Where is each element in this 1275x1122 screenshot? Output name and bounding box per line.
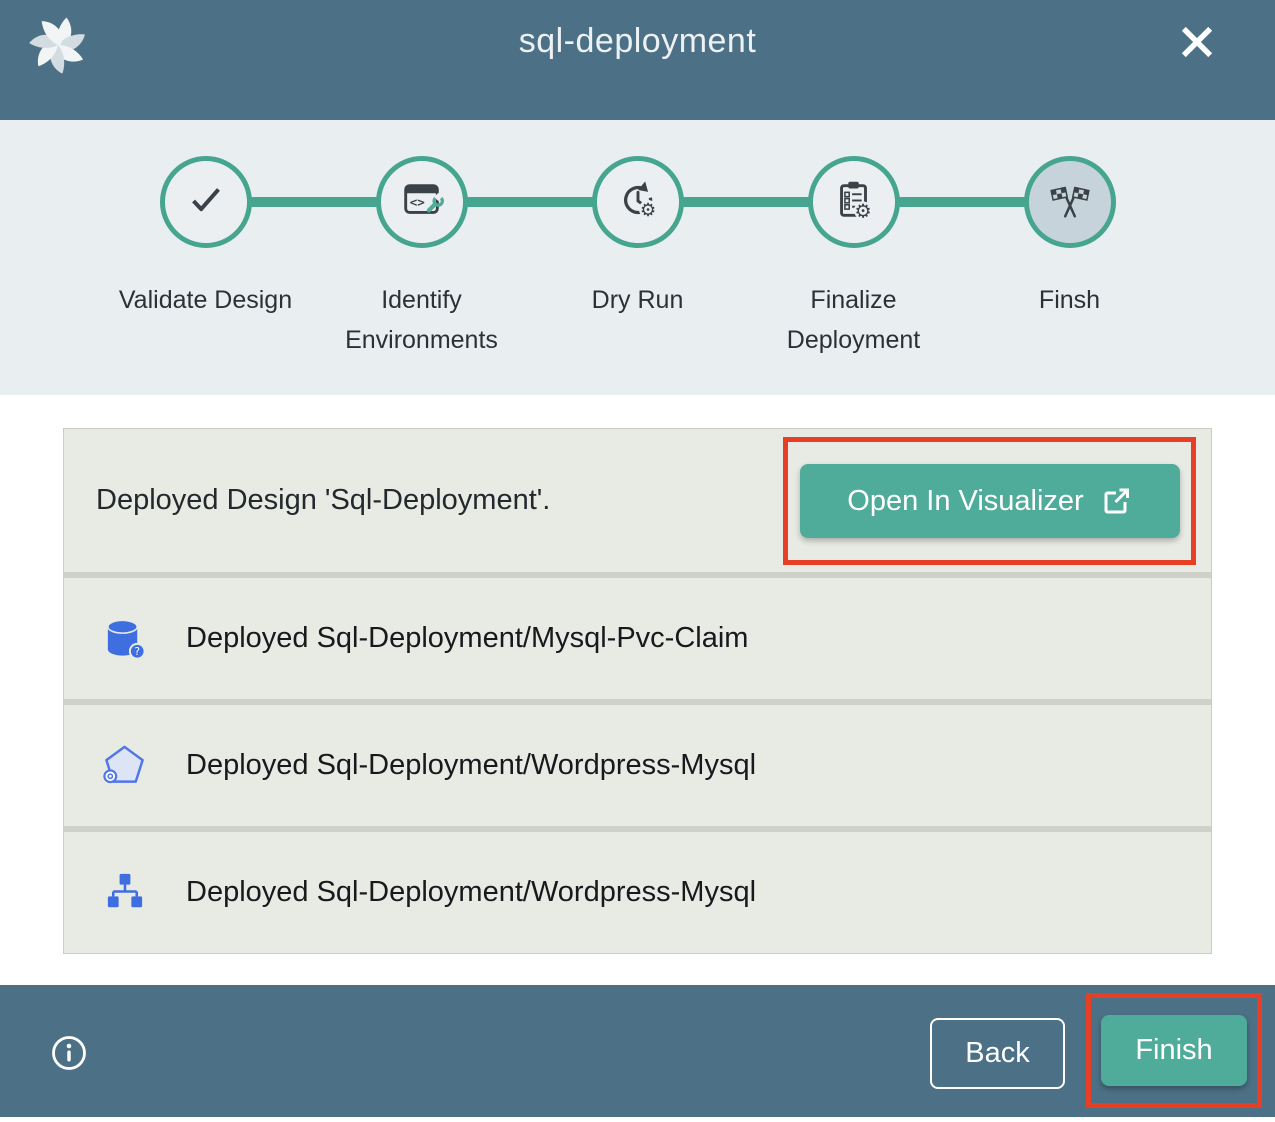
step-label-validate-design: Validate Design [116,280,296,360]
svg-text:<>: <> [409,194,424,209]
finish-flags-icon [1047,177,1093,228]
list-item: Deployed Sql-Deployment/Wordpress-Mysql [64,705,1211,826]
external-link-icon [1100,485,1132,517]
back-button-label: Back [965,1037,1029,1069]
step-finalize-deployment[interactable]: ⚙ [808,156,900,248]
step-label-dry-run: Dry Run [548,280,728,360]
pentagon-component-icon [101,742,148,789]
database-icon: ? [101,615,148,662]
summary-text: Deployed Design 'Sql-Deployment'. [96,484,550,517]
svg-text:?: ? [135,646,140,658]
finish-button-label: Finish [1135,1034,1212,1066]
close-button[interactable] [1175,20,1219,64]
deployment-wizard-modal: sql-deployment [0,0,1275,1122]
step-label-finish: Finsh [980,280,1160,360]
visualizer-button-label: Open In Visualizer [847,485,1083,518]
step-identify-environments[interactable]: <> [376,156,468,248]
modal-title: sql-deployment [0,22,1275,61]
deployment-results-list: Deployed Design 'Sql-Deployment'. Open I… [63,428,1212,954]
svg-text:⚙: ⚙ [639,199,655,220]
finish-highlight-box: Finish [1086,993,1262,1108]
step-validate-design[interactable] [160,156,252,248]
step-finish[interactable] [1024,156,1116,248]
list-item: ? Deployed Sql-Deployment/Mysql-Pvc-Clai… [64,578,1211,699]
summary-row: Deployed Design 'Sql-Deployment'. Open I… [64,429,1211,572]
back-button[interactable]: Back [930,1018,1065,1089]
list-item-text: Deployed Sql-Deployment/Wordpress-Mysql [186,749,756,782]
check-icon [183,177,229,228]
finish-button[interactable]: Finish [1101,1015,1247,1086]
open-in-visualizer-button[interactable]: Open In Visualizer [800,464,1180,538]
clipboard-gear-icon: ⚙ [831,177,877,228]
code-setup-icon: <> [399,177,445,228]
hierarchy-icon [101,869,148,916]
svg-text:⚙: ⚙ [854,199,871,222]
step-dry-run[interactable]: ⚙ [592,156,684,248]
info-button[interactable] [50,1034,88,1072]
step-label-finalize-deployment: Finalize Deployment [764,280,944,360]
visualizer-highlight-box: Open In Visualizer [783,437,1196,565]
close-icon [1175,52,1219,67]
deployment-stepper: <> [0,120,1275,395]
list-item-text: Deployed Sql-Deployment/Wordpress-Mysql [186,876,756,909]
step-label-identify-environments: Identify Environments [332,280,512,360]
list-item: Deployed Sql-Deployment/Wordpress-Mysql [64,832,1211,953]
modal-footer: Back Finish [0,985,1275,1117]
info-icon [50,1060,88,1075]
list-item-text: Deployed Sql-Deployment/Mysql-Pvc-Claim [186,622,748,655]
modal-header: sql-deployment [0,0,1275,120]
dry-run-icon: ⚙ [615,177,661,228]
